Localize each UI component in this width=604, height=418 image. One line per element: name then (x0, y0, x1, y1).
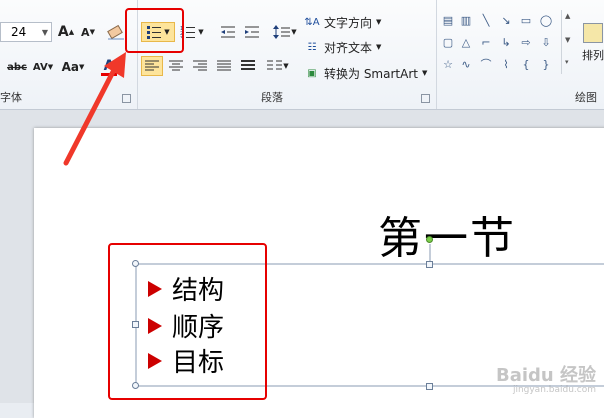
convert-smartart-button[interactable]: ▣ 转换为 SmartArt ▼ (304, 63, 427, 83)
align-right-button[interactable] (189, 56, 211, 76)
font-group-label: 字体 (0, 91, 22, 104)
slide-title[interactable]: 第一节 (378, 202, 516, 266)
drawing-group-label: 绘图 (575, 91, 597, 104)
smartart-icon: ▣ (307, 67, 317, 79)
eraser-icon (107, 24, 124, 40)
chevron-down-icon: ▼ (565, 36, 571, 44)
right-brace-shape-icon[interactable]: } (538, 56, 554, 72)
rectangle-shape-icon[interactable]: ▭ (518, 12, 534, 28)
chevron-down-icon: ▼ (376, 18, 382, 26)
rounded-rect-shape-icon[interactable]: ▢ (440, 34, 456, 50)
shrink-font-label: A (81, 25, 90, 39)
arrow-line-shape-icon[interactable]: ↘ (498, 12, 514, 28)
increase-indent-button[interactable] (241, 22, 263, 42)
annotation-box-bullets (108, 243, 267, 400)
resize-handle-bottom[interactable] (426, 383, 433, 390)
grow-font-button[interactable]: A ▲ (56, 22, 76, 42)
arrange-label: 排列 (582, 49, 604, 62)
strikethrough-button[interactable]: abc (4, 58, 30, 76)
curve-shape-icon[interactable]: ∿ (458, 56, 474, 72)
line-shape-icon[interactable]: ╲ (478, 12, 494, 28)
annotation-box-bullets-button (125, 8, 184, 53)
distributed-icon (241, 60, 255, 70)
align-right-icon (193, 60, 207, 71)
paragraph-group-label: 段落 (261, 91, 283, 104)
decrease-indent-icon (221, 26, 235, 38)
right-arrow-shape-icon[interactable]: ⇨ (518, 34, 534, 50)
shapes-gallery: ▤ ▥ ╲ ↘ ▭ ◯ ▢ △ ⌐ ↳ ⇨ ⇩ ☆ ∿ ⌒ ⌇ { } (440, 12, 568, 76)
resize-handle-top[interactable] (426, 261, 433, 268)
line-spacing-button[interactable]: ▼ (271, 22, 299, 42)
grow-font-label: A (57, 24, 69, 40)
char-spacing-button[interactable]: AV ▼ (30, 58, 56, 76)
align-center-button[interactable] (165, 56, 187, 76)
strikethrough-label: abc (7, 61, 27, 73)
chevron-down-icon: ▼ (421, 69, 428, 77)
chevron-down-icon: ▼ (283, 62, 289, 70)
star-shape-icon[interactable]: ☆ (440, 56, 456, 72)
oval-shape-icon[interactable]: ◯ (538, 12, 554, 28)
char-spacing-label: AV (32, 61, 48, 73)
align-text-icon: ☷ (307, 41, 317, 53)
font-size-value: 24 (11, 25, 27, 39)
chevron-down-icon: ▼ (291, 28, 297, 36)
increase-indent-icon (245, 26, 259, 38)
justify-icon (217, 60, 231, 71)
left-brace-shape-icon[interactable]: { (518, 56, 534, 72)
shapes-scrollbar[interactable]: ▲ ▼ ▾ (561, 10, 576, 74)
distributed-button[interactable] (237, 56, 259, 76)
dialog-launcher-icon[interactable] (122, 94, 131, 103)
watermark-logo: Baidu 经验 jingyan.baidu.com (496, 361, 596, 395)
align-center-icon (169, 60, 183, 71)
align-left-icon (145, 60, 159, 71)
watermark-brand: Baidu 经验 (495, 365, 596, 386)
vertical-textbox-shape-icon[interactable]: ▥ (458, 12, 474, 28)
more-icon: ▾ (565, 58, 569, 66)
font-color-label: A (103, 57, 115, 74)
ribbon: 24 ▼ A ▲ A ▼ abc AV ▼ Aa ▼ A 字体 ▼ 1 2 3 … (0, 0, 604, 110)
watermark-url: jingyan.baidu.com (512, 385, 596, 395)
change-case-button[interactable]: Aa ▼ (58, 58, 88, 76)
text-direction-label: 文字方向 (324, 15, 373, 30)
columns-icon (267, 60, 283, 70)
font-color-bar (101, 72, 117, 76)
elbow-connector-shape-icon[interactable]: ⌐ (478, 34, 494, 50)
drawing-group: ▤ ▥ ╲ ↘ ▭ ◯ ▢ △ ⌐ ↳ ⇨ ⇩ ☆ ∿ ⌒ ⌇ { } ▲ ▼ … (436, 0, 604, 109)
chevron-down-icon: ▼ (198, 28, 204, 36)
chevron-down-icon: ▼ (376, 43, 382, 51)
shrink-font-button[interactable]: A ▼ (78, 22, 98, 42)
decrease-indent-button[interactable] (217, 22, 239, 42)
change-case-label: Aa (61, 60, 79, 74)
freeform-shape-icon[interactable]: ⌇ (498, 56, 514, 72)
dialog-launcher-icon[interactable] (421, 94, 430, 103)
textbox-shape-icon[interactable]: ▤ (440, 12, 456, 28)
align-text-button[interactable]: ☷ 对齐文本 ▼ (304, 37, 382, 57)
font-size-box[interactable]: 24 ▼ (0, 22, 52, 42)
justify-button[interactable] (213, 56, 235, 76)
chevron-down-icon: ▼ (41, 28, 48, 37)
align-text-label: 对齐文本 (324, 40, 373, 55)
align-left-button[interactable] (141, 56, 163, 76)
line-spacing-icon (273, 25, 291, 39)
text-direction-icon: ⇅A (304, 16, 320, 28)
arrange-icon (583, 23, 603, 43)
elbow-arrow-shape-icon[interactable]: ↳ (498, 34, 514, 50)
text-direction-button[interactable]: ⇅A 文字方向 ▼ (304, 12, 381, 32)
down-arrow-shape-icon[interactable]: ⇩ (538, 34, 554, 50)
triangle-shape-icon[interactable]: △ (458, 34, 474, 50)
arc-shape-icon[interactable]: ⌒ (478, 56, 494, 72)
font-group: 24 ▼ A ▲ A ▼ abc AV ▼ Aa ▼ A 字体 (0, 0, 138, 109)
chevron-up-icon: ▲ (565, 12, 571, 20)
rotation-handle[interactable] (426, 236, 433, 243)
columns-button[interactable]: ▼ (263, 56, 293, 76)
arrange-button[interactable]: 排列 (580, 10, 604, 76)
font-color-button[interactable]: A (98, 56, 120, 78)
convert-smartart-label: 转换为 SmartArt (324, 66, 418, 81)
